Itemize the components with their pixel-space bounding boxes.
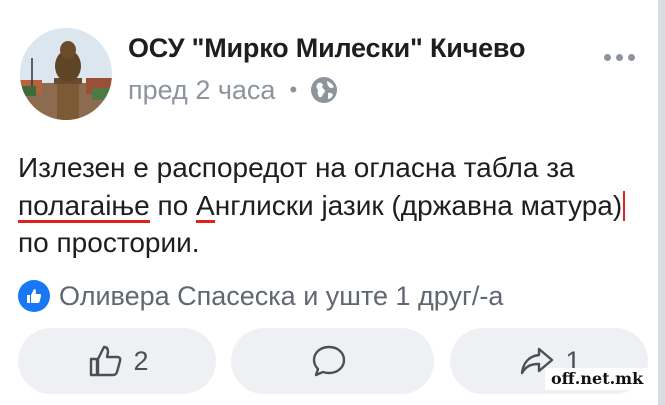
- thumbs-up-icon: [90, 345, 122, 377]
- post-body: Излезен е распоредот на огласна табла за…: [18, 149, 648, 262]
- post-timestamp[interactable]: пред 2 часа: [128, 75, 275, 106]
- more-dot: [628, 54, 635, 61]
- site-watermark: off.net.mk: [545, 368, 650, 390]
- more-dot: [616, 54, 623, 61]
- more-dot: [604, 54, 611, 61]
- post-text-part: по простории.: [18, 227, 200, 258]
- comment-button[interactable]: [231, 328, 434, 394]
- misspelled-word: полагаіње: [18, 189, 150, 221]
- text-cursor: [623, 190, 626, 221]
- page-name[interactable]: ОСУ "Мирко Милески" Кичево: [128, 33, 525, 64]
- post-card: ОСУ "Мирко Милески" Кичево пред 2 часа •…: [0, 0, 658, 405]
- post-text-part: по: [149, 189, 197, 221]
- globe-icon: [311, 77, 338, 103]
- like-button[interactable]: 2: [18, 328, 216, 394]
- misspelled-letter: А: [196, 189, 215, 221]
- comment-icon: [312, 345, 345, 377]
- post-text-part: нглиски јазик (државна матура): [214, 189, 623, 221]
- like-badge-icon: [18, 280, 50, 312]
- more-icon[interactable]: [604, 54, 635, 61]
- page-avatar[interactable]: [20, 28, 112, 120]
- reactions-summary[interactable]: Оливера Спасеска и уште 1 друг/-а: [18, 280, 503, 312]
- like-count: 2: [133, 345, 149, 376]
- scroll-edge: [658, 0, 665, 405]
- post-text-part: Излезен е распоредот на огласна табла за: [18, 152, 575, 183]
- reactions-text: Оливера Спасеска и уште 1 друг/-а: [59, 280, 504, 311]
- monument-photo: [20, 28, 112, 120]
- meta-separator: •: [289, 77, 298, 102]
- post-meta: пред 2 часа •: [128, 74, 339, 106]
